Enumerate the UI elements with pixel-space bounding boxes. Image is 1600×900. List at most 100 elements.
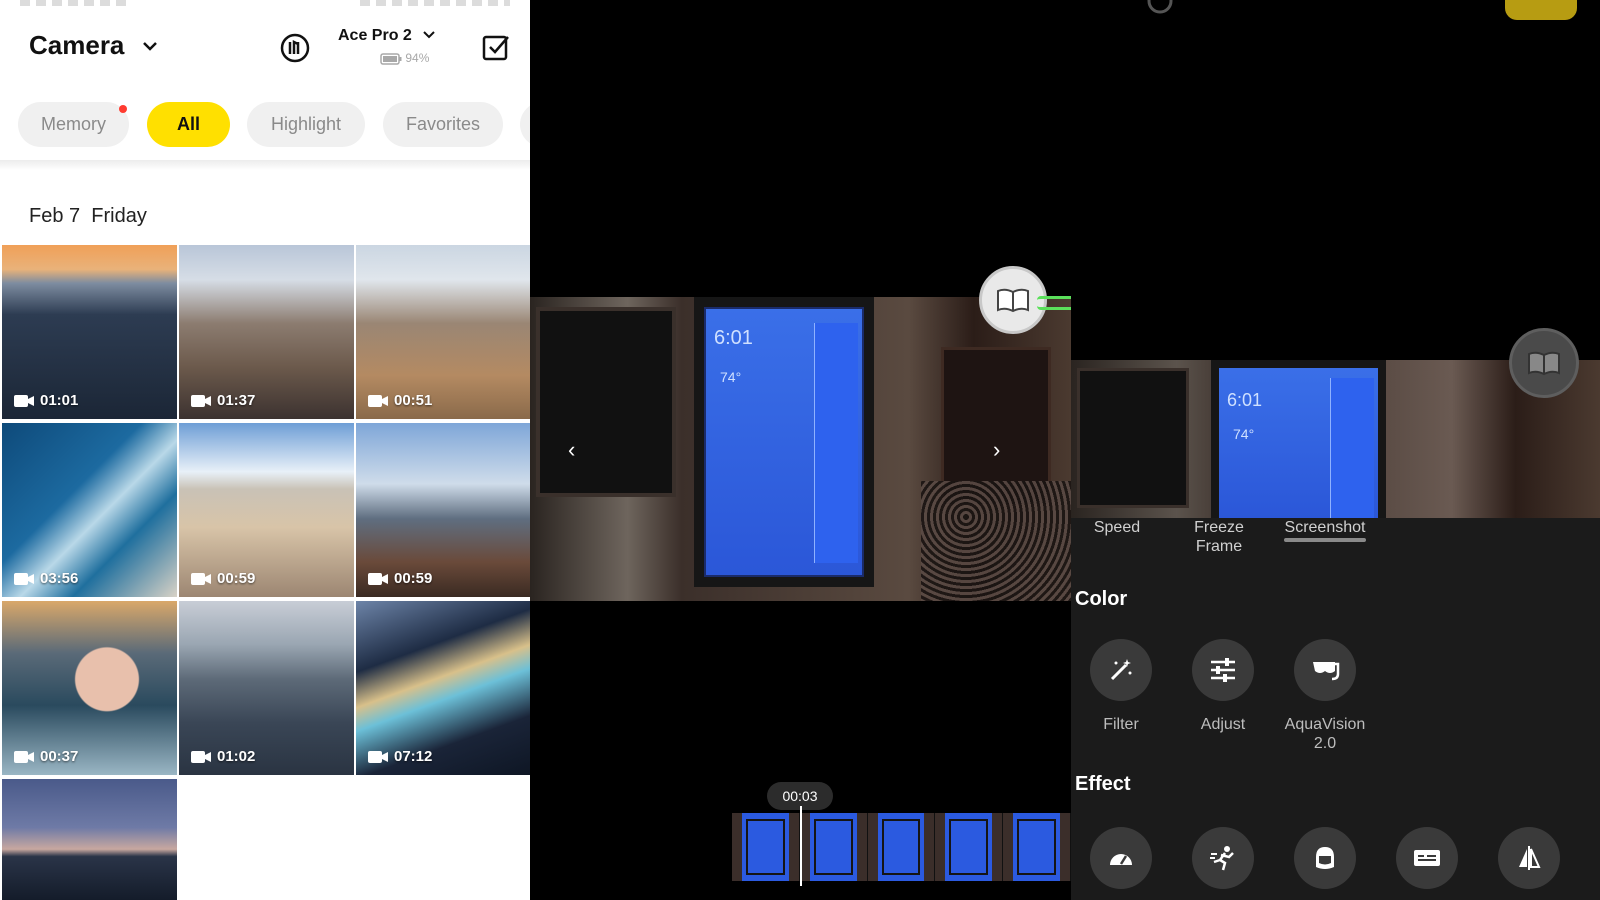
- timeline-playhead[interactable]: [800, 806, 802, 886]
- editor-guide-button[interactable]: [1509, 328, 1579, 398]
- album-title[interactable]: Camera: [29, 30, 124, 61]
- tool-tab-indicator: [1284, 538, 1366, 542]
- tab-more[interactable]: [520, 102, 530, 147]
- frame-display-screen: 6:01 74°: [704, 307, 864, 577]
- filter-tabs: Memory All Highlight Favorites: [0, 102, 530, 150]
- aquavision-tool-label: AquaVision 2.0: [1284, 716, 1366, 752]
- timeline-filmstrip[interactable]: [732, 813, 1071, 881]
- video-camera-icon: [368, 394, 388, 407]
- battery-status: 94%: [380, 51, 429, 65]
- notification-dot: [119, 105, 127, 113]
- face-effect-button: [1294, 827, 1356, 889]
- video-camera-icon: [368, 572, 388, 585]
- duration-text: 00:37: [40, 748, 79, 765]
- video-camera-icon: [191, 572, 211, 585]
- album-dropdown-icon[interactable]: [142, 40, 158, 52]
- book-icon: [997, 288, 1029, 313]
- tab-favorites[interactable]: Favorites: [383, 102, 503, 147]
- video-camera-icon: [14, 394, 34, 407]
- stabilize-icon[interactable]: [279, 32, 311, 64]
- tab-all[interactable]: All: [147, 102, 230, 147]
- duration-badge: 07:12: [368, 748, 432, 765]
- filter-tool[interactable]: Filter: [1071, 639, 1171, 734]
- dive-mask-icon: [1313, 662, 1340, 681]
- book-icon: [1528, 351, 1560, 376]
- gallery-panel: Camera Ace Pro 2 94% Memory All Highligh…: [0, 0, 530, 900]
- media-thumbnail[interactable]: [2, 779, 177, 900]
- motion-effect[interactable]: [1173, 827, 1273, 889]
- duration-text: 00:59: [394, 570, 433, 587]
- tab-memory-label: Memory: [40, 114, 106, 134]
- battery-icon: [380, 53, 402, 65]
- frame-wall-screen: [536, 307, 676, 497]
- duration-badge: 00:59: [368, 570, 432, 587]
- aquavision-tool[interactable]: AquaVision 2.0: [1275, 639, 1375, 753]
- duration-badge: 01:37: [191, 392, 255, 409]
- frame-deck-map: [814, 323, 858, 563]
- video-camera-icon: [368, 750, 388, 763]
- mirror-flip-icon: [1519, 846, 1541, 870]
- video-frame[interactable]: 6:01 74°: [530, 297, 1071, 601]
- tool-tab-freeze-frame[interactable]: Freeze Frame: [1179, 518, 1259, 556]
- tab-memory[interactable]: Memory: [18, 102, 129, 147]
- back-arrow-icon[interactable]: [1071, 0, 1111, 14]
- speedometer-icon: [1110, 854, 1132, 865]
- media-thumbnail[interactable]: 00:37: [2, 601, 177, 775]
- face-icon: [1316, 847, 1334, 869]
- subtitle-icon: [1414, 850, 1440, 866]
- editing-tools: Speed Freeze Frame Screenshot Color Filt…: [1071, 518, 1600, 900]
- tab-all-label: All: [176, 114, 200, 134]
- editor-panel: 6:01 74° Speed Freeze Frame Screenshot C…: [1071, 0, 1600, 900]
- subtitle-effect[interactable]: [1377, 827, 1477, 889]
- mirror-effect-button: [1498, 827, 1560, 889]
- media-thumbnail[interactable]: 00:59: [356, 423, 530, 597]
- next-arrow-icon[interactable]: ›: [993, 437, 1000, 463]
- tabs-divider: [0, 160, 530, 170]
- select-checkbox-icon[interactable]: [482, 33, 510, 61]
- tool-tab-speed[interactable]: Speed: [1077, 518, 1157, 537]
- duration-badge: 03:56: [14, 570, 78, 587]
- preview-wall-screen: [1077, 368, 1189, 508]
- editor-top-bar: [1071, 0, 1600, 24]
- tab-highlight[interactable]: Highlight: [247, 102, 365, 147]
- export-button[interactable]: [1505, 0, 1577, 20]
- media-thumbnail[interactable]: 01:37: [179, 245, 354, 419]
- video-camera-icon: [191, 394, 211, 407]
- subtitle-effect-button: [1396, 827, 1458, 889]
- face-effect[interactable]: [1275, 827, 1375, 889]
- media-thumbnail[interactable]: 07:12: [356, 601, 530, 775]
- duration-text: 03:56: [40, 570, 79, 587]
- speedometer-effect[interactable]: [1071, 827, 1171, 889]
- video-camera-icon: [14, 572, 34, 585]
- media-thumbnail[interactable]: 00:59: [179, 423, 354, 597]
- adjust-tool[interactable]: Adjust: [1173, 639, 1273, 734]
- media-thumbnail[interactable]: 03:56: [2, 423, 177, 597]
- status-bar-fragment: [20, 0, 130, 6]
- device-dropdown-icon: [423, 31, 435, 39]
- settings-icon[interactable]: [1145, 0, 1175, 16]
- magic-wand-icon: [1110, 659, 1132, 681]
- tab-favorites-label: Favorites: [405, 114, 481, 134]
- media-thumbnail[interactable]: 01:02: [179, 601, 354, 775]
- video-camera-icon: [191, 750, 211, 763]
- frame-clock-text: 6:01: [714, 327, 753, 349]
- preview-deck-map: [1330, 378, 1374, 518]
- aquavision-tool-button: [1294, 639, 1356, 701]
- mirror-effect[interactable]: [1479, 827, 1579, 889]
- previous-arrow-icon[interactable]: ‹: [568, 437, 575, 463]
- adjust-tool-label: Adjust: [1200, 716, 1246, 733]
- media-thumbnail[interactable]: 01:01: [2, 245, 177, 419]
- device-selector[interactable]: Ace Pro 2 94%: [338, 27, 436, 65]
- tool-tab-screenshot[interactable]: Screenshot: [1279, 518, 1371, 537]
- media-thumbnail[interactable]: 00:51: [356, 245, 530, 419]
- date-header: Feb 7 Friday: [29, 205, 147, 227]
- duration-badge: 00:59: [191, 570, 255, 587]
- duration-badge: 01:01: [14, 392, 78, 409]
- duration-text: 01:02: [217, 748, 256, 765]
- duration-text: 01:01: [40, 392, 79, 409]
- filmstrip-frame: [935, 813, 1004, 881]
- preview-clock-text: 6:01: [1227, 390, 1263, 410]
- speedometer-effect-button: [1090, 827, 1152, 889]
- filmstrip-frame: [867, 813, 936, 881]
- preview-temperature-text: 74°: [1233, 426, 1255, 442]
